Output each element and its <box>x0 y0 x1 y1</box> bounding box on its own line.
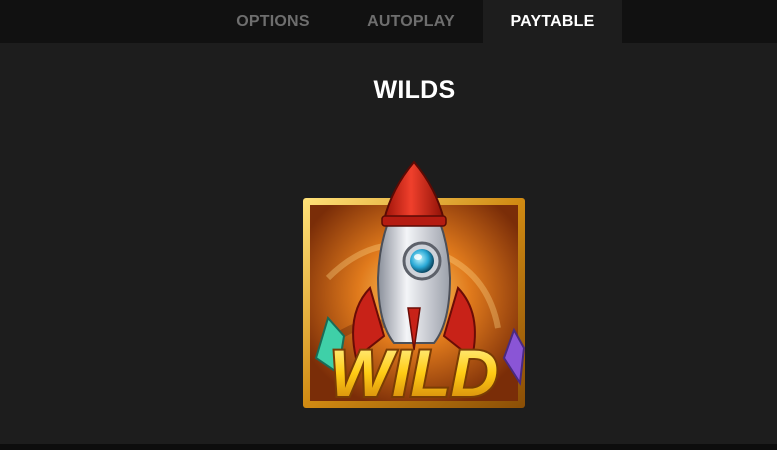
tab-autoplay[interactable]: AUTOPLAY <box>346 0 476 43</box>
section-title: WILDS <box>373 76 456 104</box>
wild-rocket-symbol: WILD <box>298 158 530 414</box>
tab-options[interactable]: OPTIONS <box>210 0 336 43</box>
game-rules-panel: OPTIONS AUTOPLAY PAYTABLE WILDS WILD <box>0 0 777 450</box>
bottom-strip <box>0 444 777 450</box>
tab-paytable[interactable]: PAYTABLE <box>483 0 622 43</box>
rocket-nose <box>382 160 446 221</box>
wild-caption: WILD <box>330 336 499 410</box>
tab-bar: OPTIONS AUTOPLAY PAYTABLE <box>0 0 777 43</box>
